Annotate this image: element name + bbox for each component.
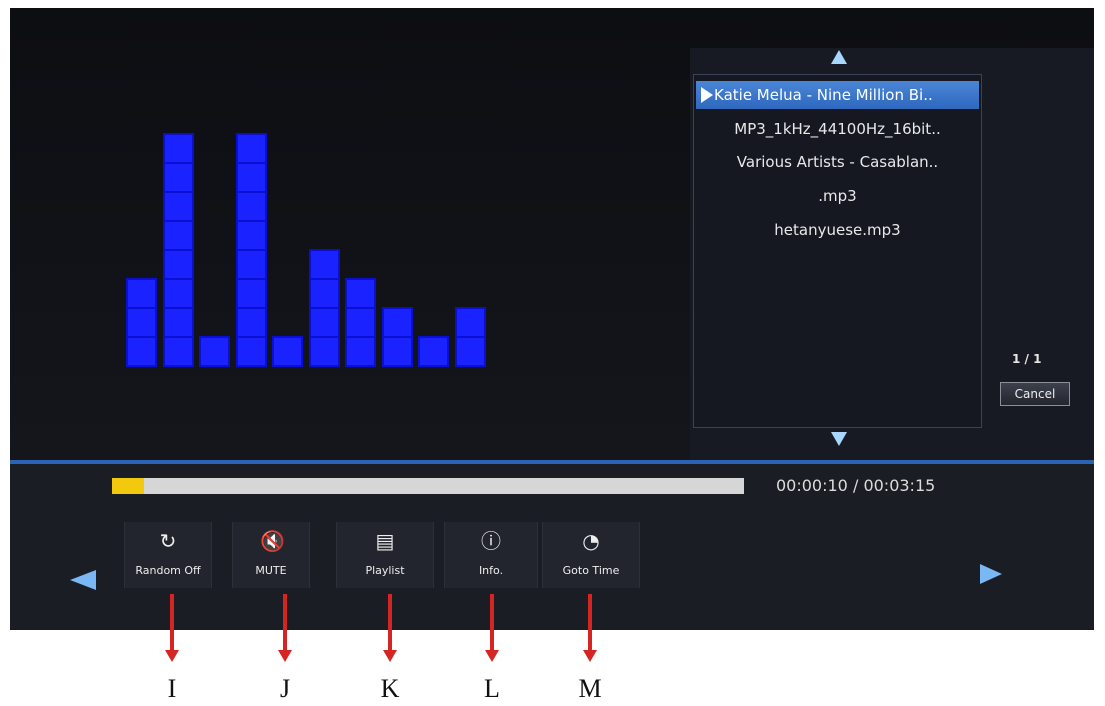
equalizer-cell xyxy=(345,307,376,338)
equalizer-cell xyxy=(163,191,194,222)
equalizer-cell xyxy=(309,249,340,280)
equalizer-cell xyxy=(126,307,157,338)
playlist-button[interactable]: ▤ Playlist xyxy=(336,522,434,588)
equalizer-cell xyxy=(126,336,157,367)
control-label: Goto Time xyxy=(562,564,620,577)
playlist-item[interactable]: .mp3 xyxy=(696,182,979,210)
info-button[interactable]: ⓘ Info. xyxy=(444,522,538,588)
callout-arrow-line xyxy=(490,594,494,650)
equalizer-cell xyxy=(345,336,376,367)
callout-arrow-head-icon xyxy=(485,650,499,662)
control-label: Info. xyxy=(478,564,504,577)
control-label: Random Off xyxy=(135,564,201,577)
control-label: Playlist xyxy=(365,564,405,577)
scroll-up-arrow-icon[interactable] xyxy=(831,50,847,64)
next-arrow-icon[interactable] xyxy=(980,564,1002,584)
callout-arrow-line xyxy=(283,594,287,650)
equalizer-cell xyxy=(455,307,486,338)
equalizer-cell xyxy=(163,278,194,309)
clock-icon: ◔ xyxy=(582,529,600,553)
playlist-item[interactable]: hetanyuese.mp3 xyxy=(696,216,979,244)
equalizer-cell xyxy=(418,336,449,367)
total-time: 00:03:15 xyxy=(863,476,936,495)
callout-arrow-head-icon xyxy=(583,650,597,662)
equalizer-cell xyxy=(236,162,267,193)
equalizer-cell xyxy=(163,133,194,164)
equalizer-cell xyxy=(236,191,267,222)
equalizer-cell xyxy=(163,162,194,193)
callout-letter: I xyxy=(167,674,177,703)
shuffle-icon: ↻ xyxy=(159,529,177,553)
callout-letter: M xyxy=(578,674,602,703)
mute-icon: 🔇 xyxy=(260,529,285,553)
callout-arrow-head-icon xyxy=(278,650,292,662)
callout-arrow-line xyxy=(588,594,592,650)
equalizer-cell xyxy=(236,249,267,280)
mute-button[interactable]: 🔇 MUTE xyxy=(232,522,310,588)
random-button[interactable]: ↻ Random Off xyxy=(124,522,212,588)
info-icon: ⓘ xyxy=(481,529,501,553)
playlist-box: Katie Melua - Nine Million Bi.. MP3_1kHz… xyxy=(693,74,982,428)
callout-arrow-line xyxy=(388,594,392,650)
time-display: 00:00:10 / 00:03:15 xyxy=(776,476,935,495)
callout-arrow-head-icon xyxy=(383,650,397,662)
playlist-item[interactable]: Various Artists - Casablan.. xyxy=(696,148,979,176)
callout-letter: K xyxy=(380,674,400,703)
playlist-item-label: Katie Melua - Nine Million Bi.. xyxy=(714,86,933,104)
equalizer-cell xyxy=(163,220,194,251)
equalizer-cell xyxy=(236,133,267,164)
callout-letter: L xyxy=(484,674,500,703)
equalizer-cell xyxy=(236,278,267,309)
equalizer-cell xyxy=(236,220,267,251)
progress-fill xyxy=(112,478,144,494)
playlist-item-label: MP3_1kHz_44100Hz_16bit.. xyxy=(734,120,941,138)
control-label: MUTE xyxy=(255,564,287,577)
equalizer-cell xyxy=(455,336,486,367)
progress-bar[interactable] xyxy=(112,478,744,494)
equalizer-cell xyxy=(309,336,340,367)
equalizer-cell xyxy=(345,278,376,309)
equalizer-cell xyxy=(199,336,230,367)
elapsed-time: 00:00:10 xyxy=(776,476,848,495)
equalizer-cell xyxy=(163,249,194,280)
goto-time-button[interactable]: ◔ Goto Time xyxy=(542,522,640,588)
equalizer-cell xyxy=(382,307,413,338)
equalizer-cell xyxy=(126,278,157,309)
playlist-item-label: hetanyuese.mp3 xyxy=(774,221,901,239)
time-separator: / xyxy=(852,476,859,495)
callout-arrow-head-icon xyxy=(165,650,179,662)
equalizer-cell xyxy=(236,307,267,338)
playlist-item[interactable]: Katie Melua - Nine Million Bi.. xyxy=(696,81,979,109)
callout-arrow-line xyxy=(170,594,174,650)
playlist-item-label: .mp3 xyxy=(818,187,857,205)
previous-arrow-icon[interactable] xyxy=(70,570,96,590)
page-indicator: 1 / 1 xyxy=(1012,352,1042,366)
playlist-item[interactable]: MP3_1kHz_44100Hz_16bit.. xyxy=(696,115,979,143)
equalizer-cell xyxy=(236,336,267,367)
cancel-button[interactable]: Cancel xyxy=(1000,382,1070,406)
equalizer-cell xyxy=(163,307,194,338)
playlist-item-label: Various Artists - Casablan.. xyxy=(736,153,939,171)
playlist-icon: ▤ xyxy=(375,529,395,553)
equalizer-cell xyxy=(272,336,303,367)
scroll-down-arrow-icon[interactable] xyxy=(831,432,847,446)
equalizer-cell xyxy=(309,307,340,338)
callout-letter: J xyxy=(279,674,291,703)
equalizer-cell xyxy=(163,336,194,367)
equalizer-cell xyxy=(309,278,340,309)
play-icon xyxy=(701,87,713,103)
equalizer-cell xyxy=(382,336,413,367)
